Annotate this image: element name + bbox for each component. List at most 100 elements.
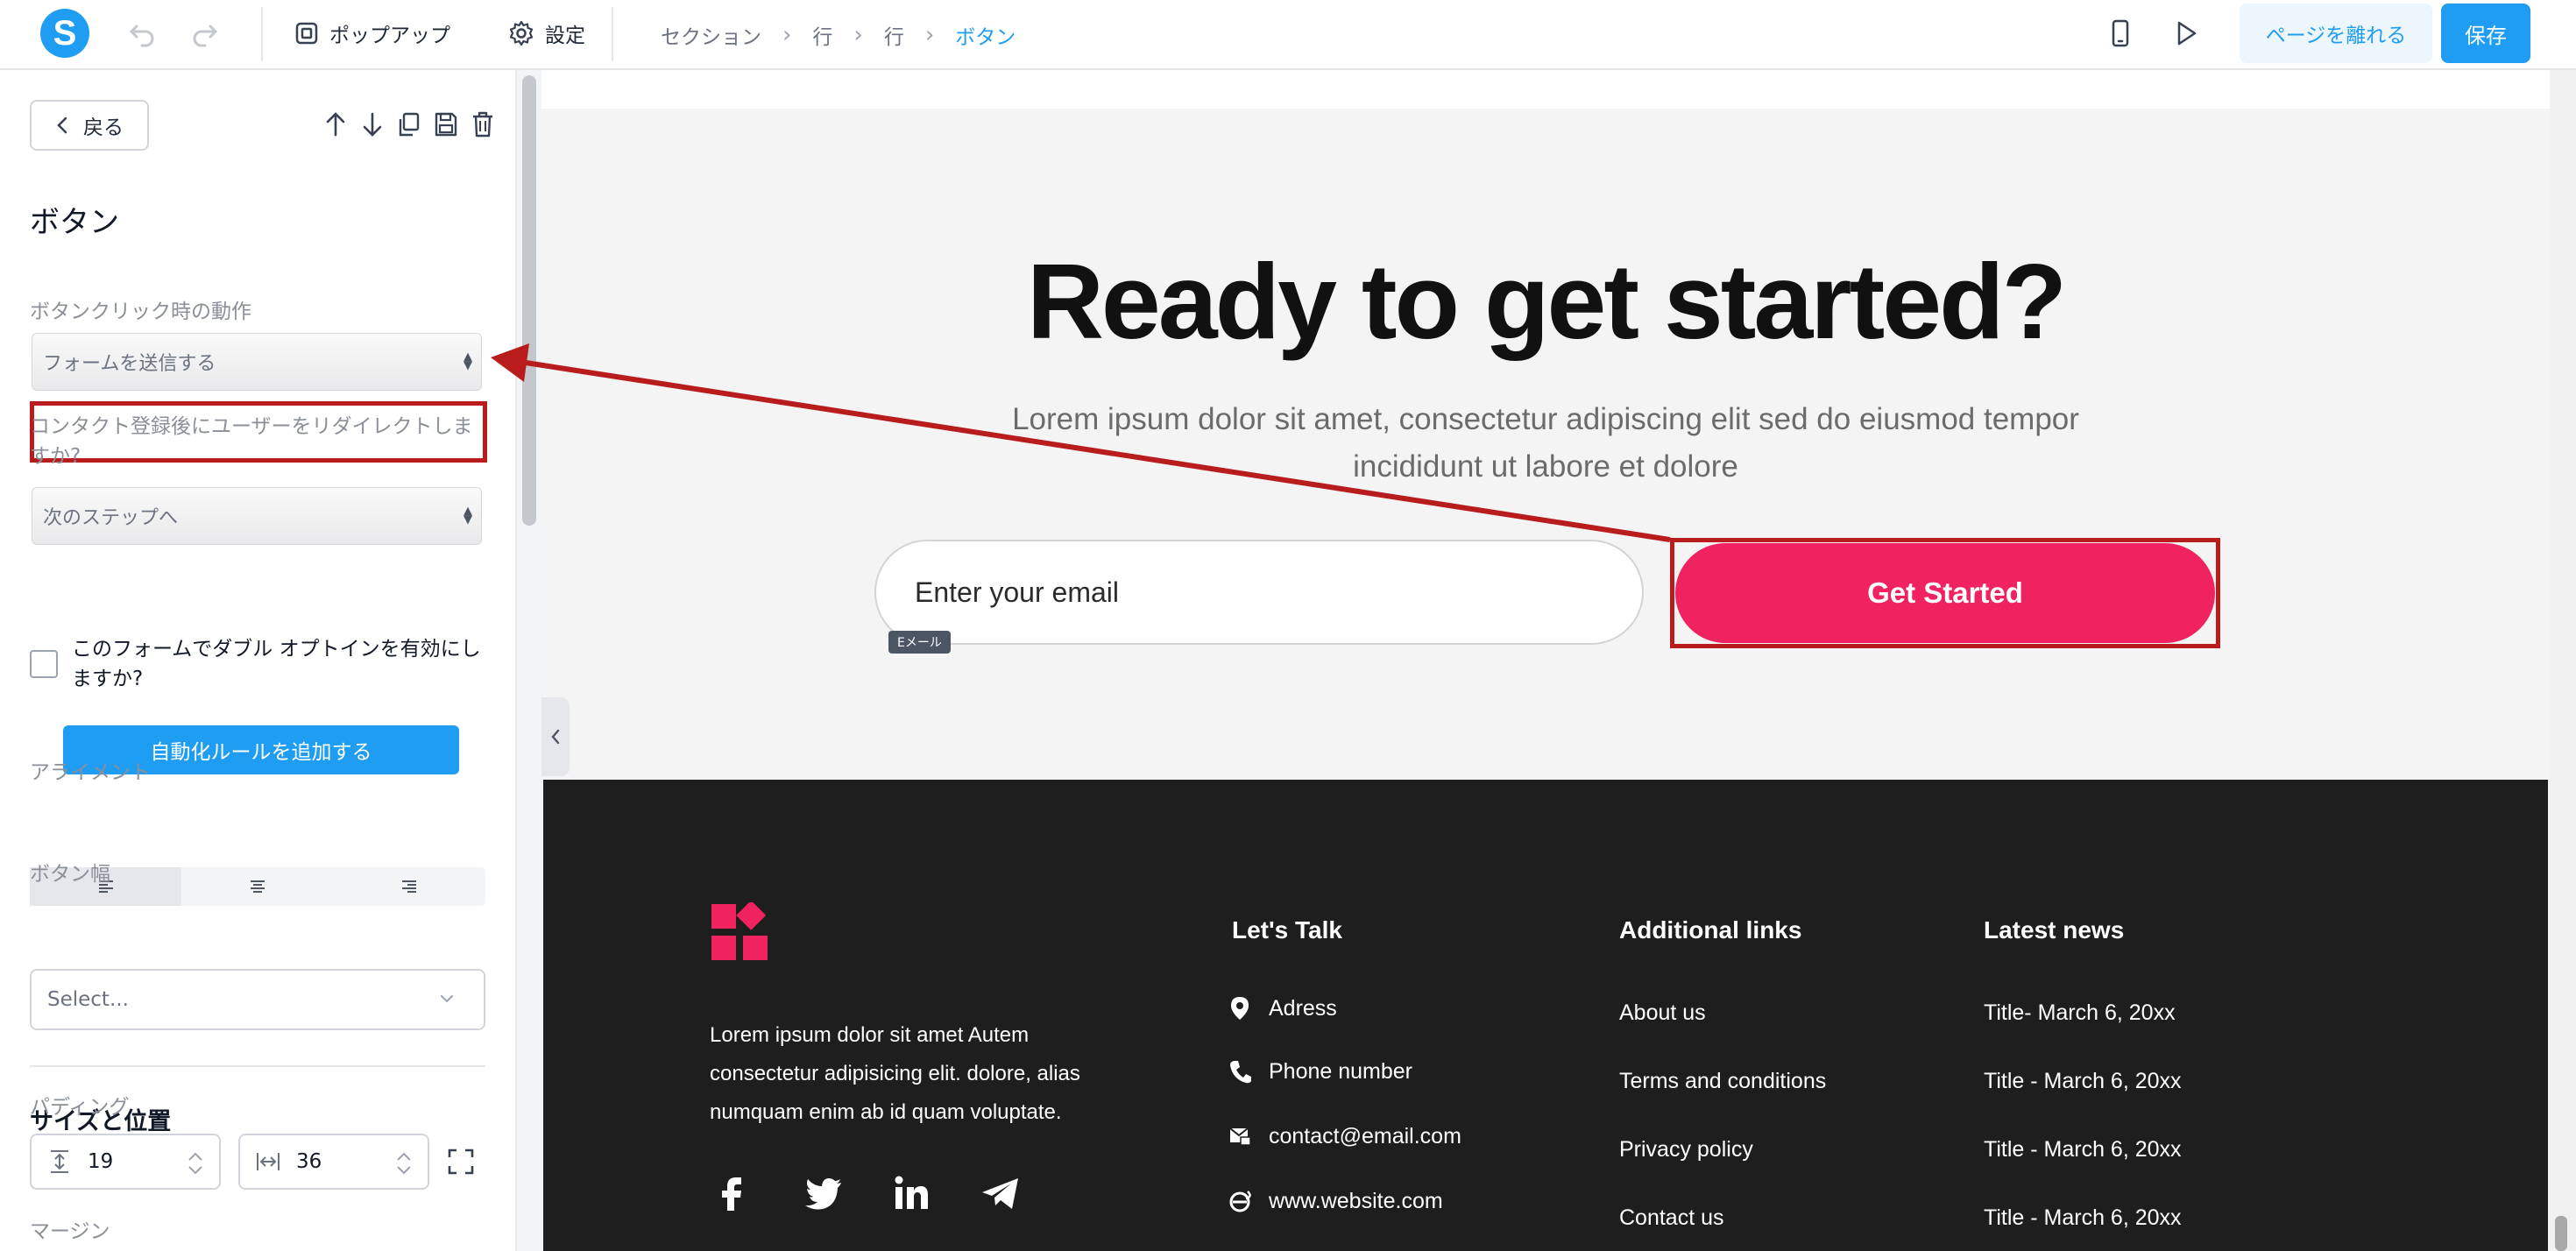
popup-button[interactable]: ポップアップ: [294, 14, 450, 53]
leave-page-button[interactable]: ページを離れる: [2240, 4, 2432, 63]
twitter-icon[interactable]: [803, 1174, 845, 1212]
click-action-label: ボタンクリック時の動作: [30, 300, 251, 323]
news-item[interactable]: Title - March 6, 20xx: [1984, 1137, 2182, 1163]
settings-panel: 戻る ボタン ボタンクリック時の動作 フォームを送信する ▲ ▼ コンタクト登録…: [0, 70, 517, 1251]
globe-icon: [1229, 1191, 1251, 1212]
linkedin-icon[interactable]: [892, 1174, 931, 1212]
back-button[interactable]: 戻る: [30, 100, 149, 151]
popup-icon: [295, 22, 318, 45]
footer-link-contact[interactable]: Contact us: [1619, 1205, 1724, 1231]
chevron-right-icon: ›: [924, 22, 935, 48]
undo-icon[interactable]: [124, 16, 159, 51]
settings-button[interactable]: 設定: [508, 14, 585, 53]
double-optin-label: このフォームでダブル オプトインを有効にしますか?: [72, 638, 481, 690]
double-optin-checkbox[interactable]: [30, 650, 58, 678]
contact-phone[interactable]: Phone number: [1228, 1058, 1412, 1085]
news-item[interactable]: Title - March 6, 20xx: [1984, 1205, 2182, 1231]
app-logo[interactable]: S: [40, 9, 89, 58]
news-item[interactable]: Title - March 6, 20xx: [1984, 1069, 2182, 1094]
chevron-down-icon: [441, 995, 453, 1003]
padding-label: パディング: [30, 1096, 130, 1119]
padding-horizontal-input[interactable]: 36: [238, 1134, 429, 1190]
align-center-icon: [250, 880, 265, 893]
footer-col-talk-title: Let's Talk: [1232, 916, 1342, 944]
panel-scrollbar-thumb[interactable]: [522, 75, 536, 526]
breadcrumb-item-row[interactable]: 行: [884, 20, 904, 50]
back-label: 戻る: [83, 117, 124, 139]
stepper-arrows-icon[interactable]: [394, 1149, 414, 1177]
redirect-value: 次のステップへ: [43, 507, 179, 529]
page-root: S ポップアップ 設定 セクション › 行 › 行 › ボタン ページを離れる …: [0, 0, 2576, 1251]
redirect-select[interactable]: 次のステップへ ▲ ▼: [32, 487, 482, 545]
vertical-padding-icon: [51, 1150, 68, 1173]
section-divider: [30, 1065, 485, 1067]
footer-link-privacy[interactable]: Privacy policy: [1619, 1137, 1753, 1163]
element-toolbar: [321, 109, 498, 140]
padding-vertical-input[interactable]: 19: [30, 1134, 221, 1190]
align-center-option[interactable]: [181, 867, 333, 906]
brand-logo-icon: [711, 902, 768, 960]
location-pin-icon: [1231, 997, 1249, 1020]
redo-icon[interactable]: [188, 16, 223, 51]
top-bar: S ポップアップ 設定 セクション › 行 › 行 › ボタン ページを離れる …: [0, 0, 2576, 70]
save-icon[interactable]: [431, 109, 461, 140]
email-placeholder: Enter your email: [915, 576, 1119, 608]
click-action-select[interactable]: フォームを送信する ▲ ▼: [32, 333, 482, 391]
canvas-scrollbar-thumb[interactable]: [2555, 1216, 2567, 1251]
chevron-right-icon: ›: [782, 22, 792, 48]
horizontal-padding-icon: [257, 1153, 280, 1170]
arrow-up-icon[interactable]: [321, 109, 350, 140]
trash-icon[interactable]: [468, 109, 498, 140]
facebook-icon[interactable]: [715, 1174, 750, 1212]
news-item[interactable]: Title- March 6, 20xx: [1984, 1000, 2176, 1026]
breadcrumb-item-button[interactable]: ボタン: [955, 20, 1016, 50]
footer-link-terms[interactable]: Terms and conditions: [1619, 1069, 1826, 1094]
stepper-arrows-icon[interactable]: [186, 1149, 205, 1177]
arrow-down-icon[interactable]: [357, 109, 387, 140]
footer-link-about[interactable]: About us: [1619, 1000, 1706, 1026]
click-action-value: フォームを送信する: [43, 353, 216, 375]
breadcrumb: セクション › 行 › 行 › ボタン: [661, 18, 1016, 53]
breadcrumb-item-section[interactable]: セクション: [661, 20, 761, 50]
get-started-button[interactable]: Get Started: [1675, 543, 2215, 643]
contact-email[interactable]: contact@email.com: [1228, 1123, 1461, 1149]
email-icon: [1229, 1127, 1251, 1146]
footer-col-news-title: Latest news: [1984, 916, 2125, 944]
footer-col-links-title: Additional links: [1619, 916, 1802, 944]
button-width-select[interactable]: Select...: [30, 969, 485, 1030]
collapse-panel-tab[interactable]: [541, 697, 570, 776]
chevron-right-icon: ›: [853, 22, 863, 48]
contact-website[interactable]: www.website.com: [1228, 1188, 1443, 1214]
email-input[interactable]: Enter your email: [874, 540, 1644, 645]
alignment-label: アライメント: [30, 761, 151, 784]
hero-title[interactable]: Ready to get started?: [543, 240, 2548, 363]
toolbar-divider: [261, 7, 263, 61]
gear-icon: [509, 20, 534, 46]
padding-horizontal-value: 36: [296, 1150, 322, 1173]
chevron-left-icon: [57, 117, 67, 134]
align-right-icon: [402, 880, 417, 893]
popup-label: ポップアップ: [329, 25, 450, 47]
chevron-left-icon: [551, 729, 560, 745]
settings-label: 設定: [545, 25, 585, 47]
breadcrumb-item-row[interactable]: 行: [812, 20, 832, 50]
canvas-top-strip: [541, 70, 2550, 109]
contact-address-text: Adress: [1269, 995, 1337, 1021]
canvas-scrollbar[interactable]: [2550, 70, 2576, 1251]
save-button[interactable]: 保存: [2441, 4, 2530, 63]
expand-icon[interactable]: [445, 1146, 477, 1177]
align-right-option[interactable]: [334, 867, 485, 906]
play-icon[interactable]: [2168, 16, 2203, 51]
select-arrows-icon: ▲ ▼: [464, 505, 472, 527]
email-field-tag: Eメール: [888, 631, 951, 654]
margin-label: マージン: [30, 1220, 110, 1243]
footer: Lorem ipsum dolor sit amet Autem consect…: [543, 780, 2548, 1251]
contact-address[interactable]: Adress: [1228, 995, 1337, 1021]
padding-vertical-value: 19: [88, 1150, 114, 1173]
cta-section[interactable]: Ready to get started? Lorem ipsum dolor …: [543, 109, 2548, 780]
telegram-icon[interactable]: [980, 1174, 1022, 1212]
button-width-placeholder: Select...: [47, 988, 129, 1011]
mobile-preview-icon[interactable]: [2103, 16, 2138, 51]
duplicate-icon[interactable]: [394, 109, 424, 140]
hero-subtitle[interactable]: Lorem ipsum dolor sit amet, consectetur …: [950, 396, 2141, 491]
